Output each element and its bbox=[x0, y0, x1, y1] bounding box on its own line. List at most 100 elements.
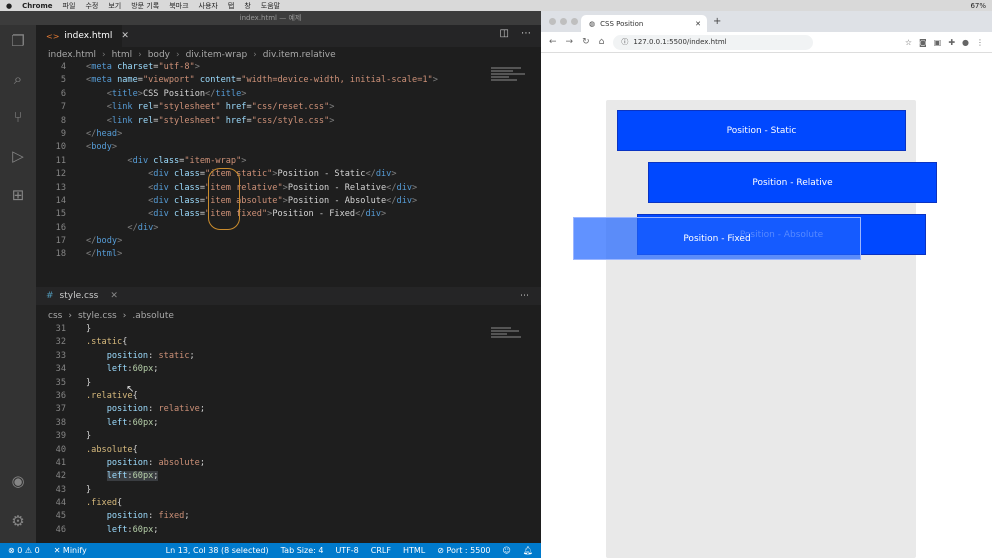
close-tab-icon[interactable]: ✕ bbox=[695, 20, 701, 28]
back-icon[interactable]: ← bbox=[549, 37, 557, 47]
extension-icon[interactable]: ▣ bbox=[934, 38, 942, 47]
puzzle-icon[interactable]: ✚ bbox=[948, 38, 955, 47]
feedback-icon[interactable]: ☺ bbox=[503, 546, 511, 555]
explorer-icon[interactable]: ❐ bbox=[8, 31, 28, 51]
source-control-icon[interactable]: ⑂ bbox=[8, 107, 28, 127]
code-line[interactable]: 13 <div class="item relative">Position -… bbox=[36, 182, 541, 195]
menu-view[interactable]: 보기 bbox=[108, 1, 121, 11]
breadcrumb-item[interactable]: index.html bbox=[48, 50, 96, 60]
live-server-port[interactable]: ⊘ Port : 5500 bbox=[437, 546, 490, 555]
run-debug-icon[interactable]: ▷ bbox=[8, 146, 28, 166]
bookmark-star-icon[interactable]: ☆ bbox=[905, 38, 912, 47]
breadcrumb-item[interactable]: div.item-wrap bbox=[186, 50, 248, 60]
forward-icon[interactable]: → bbox=[566, 37, 574, 47]
info-icon[interactable]: ⓘ bbox=[621, 37, 628, 47]
code-line[interactable]: 8 <link rel="stylesheet" href="css/style… bbox=[36, 115, 541, 128]
account-icon[interactable]: ◉ bbox=[8, 471, 28, 491]
css-editor[interactable]: 31} 32 .static{33 position: static; 34 left… bbox=[36, 323, 541, 537]
code-line[interactable]: 45 position: fixed; bbox=[36, 510, 541, 523]
cursor-position[interactable]: Ln 13, Col 38 (8 selected) bbox=[166, 546, 269, 555]
close-window-button[interactable] bbox=[549, 18, 556, 25]
code-line[interactable]: 15 <div class="item fixed">Position - Fi… bbox=[36, 208, 541, 221]
menu-help[interactable]: 도움말 bbox=[261, 1, 280, 11]
notifications-bell-icon[interactable]: 🔔︎ bbox=[523, 546, 533, 555]
code-line[interactable]: 14 <div class="item absolute">Position -… bbox=[36, 195, 541, 208]
address-bar[interactable]: ⓘ 127.0.0.1:5500/index.html bbox=[613, 34, 814, 50]
extensions-icon[interactable]: ⊞ bbox=[8, 185, 28, 205]
breadcrumb-item[interactable]: style.css bbox=[78, 311, 117, 321]
menu-bookmarks[interactable]: 북마크 bbox=[169, 1, 188, 11]
profile-avatar-icon[interactable]: ● bbox=[962, 38, 969, 47]
settings-gear-icon[interactable]: ⚙ bbox=[8, 511, 28, 531]
code-line[interactable]: 37 position: relative; bbox=[36, 403, 541, 416]
search-icon[interactable]: ⌕ bbox=[8, 69, 28, 89]
browser-tab-css-position[interactable]: ◍ CSS Position ✕ bbox=[581, 15, 707, 32]
breadcrumb-item[interactable]: div.item.relative bbox=[263, 50, 336, 60]
code-line[interactable]: 6 <title>CSS Position</title> bbox=[36, 88, 541, 101]
code-line[interactable]: 46 left:60px; bbox=[36, 524, 541, 537]
breadcrumb-item[interactable]: .absolute bbox=[132, 311, 174, 321]
vscode-window: index.html — 예제 ❐ ⌕ ⑂ ▷ ⊞ ◉ ⚙ <> index.h… bbox=[0, 11, 541, 558]
menu-people[interactable]: 사용자 bbox=[199, 1, 218, 11]
tab-index-html[interactable]: <> index.html ✕ bbox=[36, 25, 129, 47]
more-actions-icon[interactable]: ⋯ bbox=[520, 291, 529, 301]
code-line[interactable]: 41 position: absolute; bbox=[36, 457, 541, 470]
code-line[interactable]: 11 <div class="item-wrap"> bbox=[36, 155, 541, 168]
breadcrumb-item[interactable]: css bbox=[48, 311, 62, 321]
breadcrumb-item[interactable]: body bbox=[148, 50, 170, 60]
encoding[interactable]: UTF-8 bbox=[335, 546, 358, 555]
code-line[interactable]: 9 </head> bbox=[36, 128, 541, 141]
code-line[interactable]: 16 </div> bbox=[36, 222, 541, 235]
code-line[interactable]: 44 .fixed{ bbox=[36, 497, 541, 510]
code-line[interactable]: 7 <link rel="stylesheet" href="css/reset… bbox=[36, 101, 541, 114]
breadcrumb-item[interactable]: html bbox=[112, 50, 133, 60]
code-token: "width=device-width, initial-scale=1" bbox=[241, 75, 433, 86]
browser-menu-icon[interactable]: ⋮ bbox=[976, 38, 984, 47]
split-editor-icon[interactable]: ◫ bbox=[500, 28, 509, 39]
minimap-css[interactable] bbox=[491, 327, 531, 367]
zoom-window-button[interactable] bbox=[571, 18, 578, 25]
camera-icon[interactable]: ◙ bbox=[919, 38, 927, 47]
code-line[interactable]: 10 <body> bbox=[36, 141, 541, 154]
home-icon[interactable]: ⌂ bbox=[599, 37, 605, 47]
language-mode[interactable]: HTML bbox=[403, 546, 425, 555]
minimize-window-button[interactable] bbox=[560, 18, 567, 25]
code-line[interactable]: 34 left:60px; bbox=[36, 363, 541, 376]
menu-history[interactable]: 방문 기록 bbox=[131, 1, 159, 11]
problems-status[interactable]: ⊗ 0 ⚠ 0 bbox=[8, 546, 40, 555]
new-tab-icon[interactable]: + bbox=[713, 16, 721, 27]
code-line[interactable]: 12 <div class="item static">Position - S… bbox=[36, 168, 541, 181]
code-line[interactable]: 18 </html> bbox=[36, 248, 541, 261]
minify-status[interactable]: ✕ Minify bbox=[54, 546, 87, 555]
more-actions-icon[interactable]: ⋯ bbox=[521, 28, 531, 39]
close-tab-icon[interactable]: ✕ bbox=[121, 31, 129, 41]
code-line[interactable]: 35} bbox=[36, 377, 541, 390]
app-name[interactable]: Chrome bbox=[22, 2, 52, 10]
code-line[interactable]: 4 <meta charset="utf-8"> bbox=[36, 61, 541, 74]
code-line[interactable]: 33 position: static; bbox=[36, 350, 541, 363]
code-line[interactable]: 31} bbox=[36, 323, 541, 336]
code-line[interactable]: 43} bbox=[36, 484, 541, 497]
code-line[interactable]: 5 <meta name="viewport" content="width=de… bbox=[36, 74, 541, 87]
menu-edit[interactable]: 수정 bbox=[85, 1, 98, 11]
code-line[interactable]: 42 left:60px; bbox=[36, 470, 541, 483]
html-editor[interactable]: 4 <meta charset="utf-8"> 5 <meta name="view… bbox=[36, 61, 541, 262]
menu-window[interactable]: 창 bbox=[244, 1, 250, 11]
menu-tab[interactable]: 탭 bbox=[228, 1, 234, 11]
reload-icon[interactable]: ↻ bbox=[582, 37, 590, 47]
menu-file[interactable]: 파일 bbox=[63, 1, 76, 11]
code-line[interactable]: 17 </body> bbox=[36, 235, 541, 248]
apple-icon[interactable]: ● bbox=[6, 2, 12, 10]
minimap[interactable] bbox=[491, 67, 531, 107]
end-of-line[interactable]: CRLF bbox=[371, 546, 391, 555]
tab-size[interactable]: Tab Size: 4 bbox=[281, 546, 324, 555]
code-line[interactable]: 39} bbox=[36, 430, 541, 443]
code-token: left bbox=[106, 524, 128, 535]
code-line[interactable]: 36 .relative{ bbox=[36, 390, 541, 403]
code-token: .absolute bbox=[86, 444, 133, 455]
close-tab-icon[interactable]: ✕ bbox=[110, 291, 118, 301]
code-line[interactable]: 32 .static{ bbox=[36, 336, 541, 349]
editor-tab-style-css[interactable]: # style.css ✕ ⋯ bbox=[36, 287, 541, 305]
code-line[interactable]: 38 left:60px; bbox=[36, 417, 541, 430]
code-line[interactable]: 40 .absolute{ bbox=[36, 444, 541, 457]
